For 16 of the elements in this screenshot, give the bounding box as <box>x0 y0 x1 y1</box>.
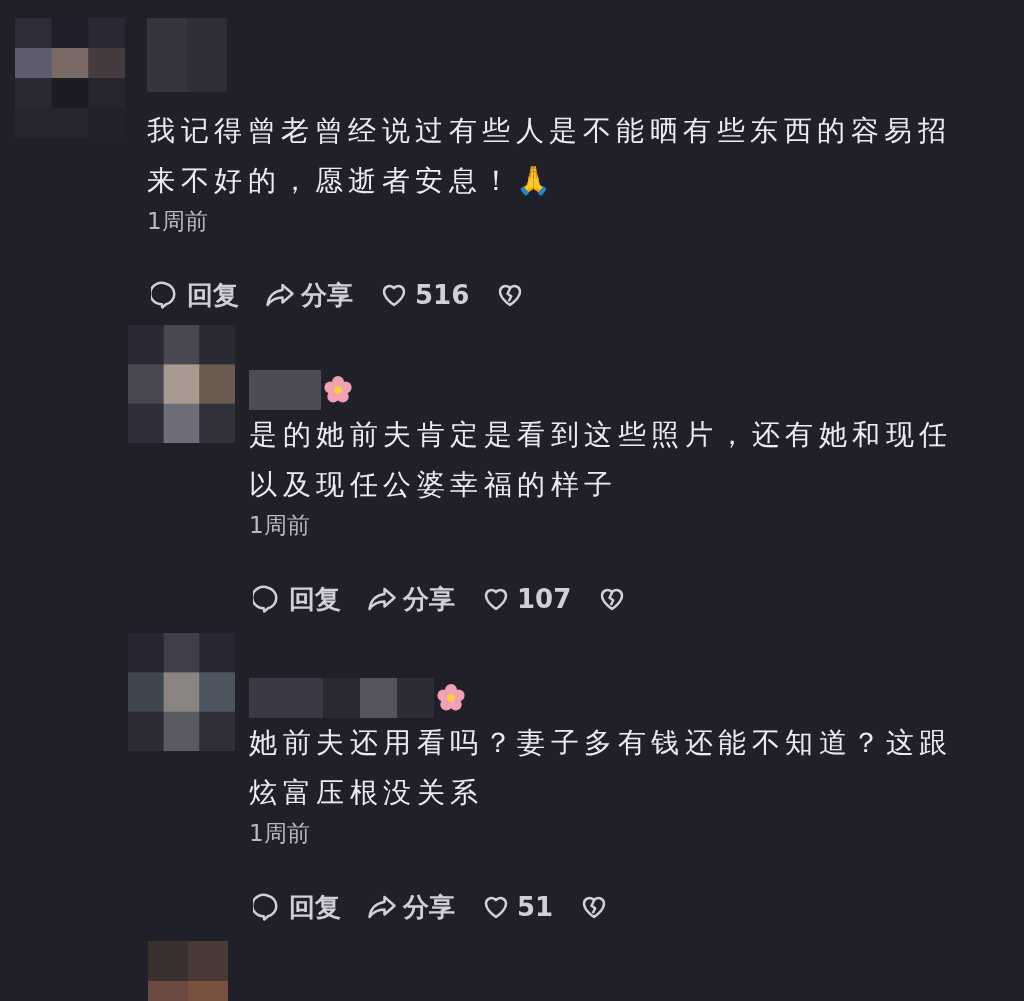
share-button[interactable]: 分享 <box>265 277 353 313</box>
like-button[interactable]: 107 <box>481 584 572 614</box>
comment-time: 1周前 <box>249 512 310 538</box>
comment-text: 我记得曾老曾经说过有些人是不能晒有些东西的容易招来不好的，愿逝者安息！🙏 <box>147 113 952 199</box>
blurred-name-drawing <box>249 370 321 410</box>
like-button[interactable]: 51 <box>481 892 554 922</box>
comment-time: 1周前 <box>147 208 208 234</box>
share-button[interactable]: 分享 <box>367 581 455 617</box>
reply-button[interactable]: 回复 <box>151 277 239 313</box>
comment-text: 是的她前夫肯定是看到这些照片，还有她和现任以及现任公婆幸福的样子 <box>249 417 954 503</box>
share-button[interactable]: 分享 <box>367 889 455 925</box>
comment-text: 她前夫还用看吗？妻子多有钱还能不知道？这跟炫富压根没关系 <box>249 725 954 811</box>
reply-button[interactable]: 回复 <box>253 889 341 925</box>
comment-time: 1周前 <box>249 820 310 846</box>
like-button[interactable]: 516 <box>379 280 470 310</box>
reply-button[interactable]: 回复 <box>253 581 341 617</box>
